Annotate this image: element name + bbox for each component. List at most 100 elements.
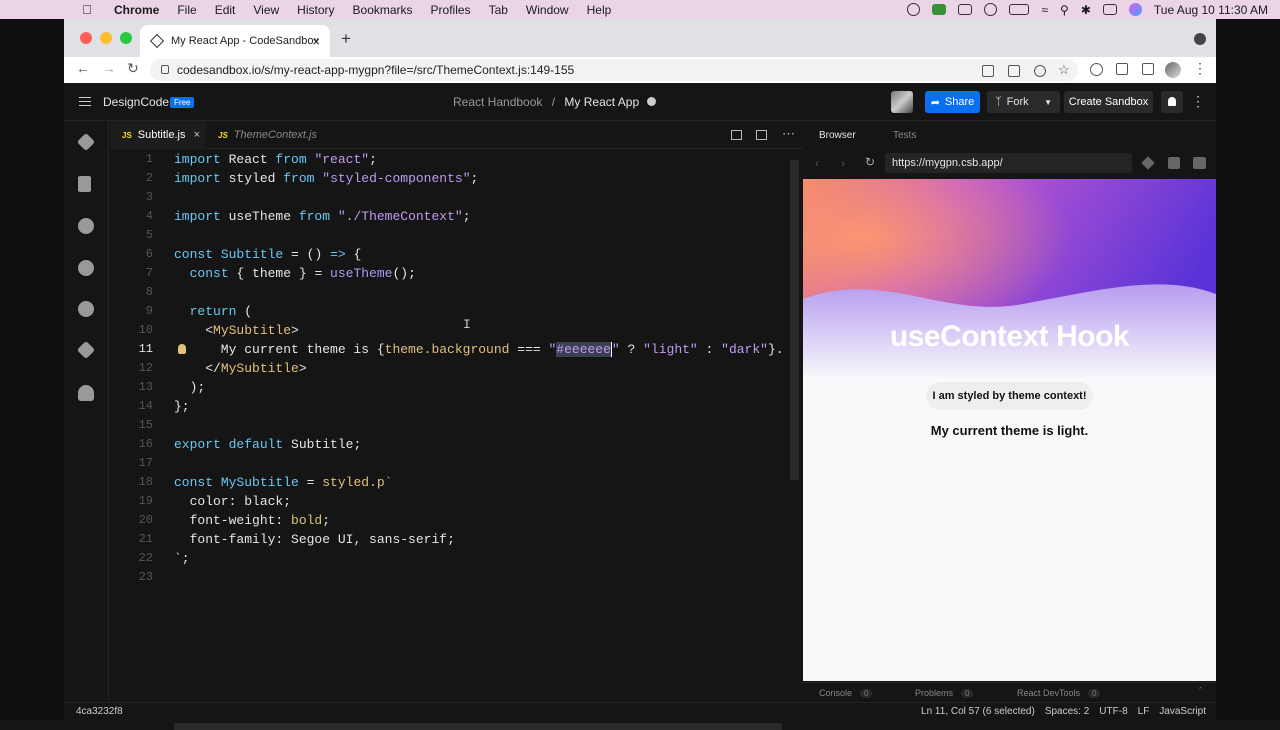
code-line[interactable]: 4 import useTheme from "./ThemeContext"; [110,207,803,226]
menu-view[interactable]: View [253,3,279,17]
record-icon[interactable] [907,3,921,16]
forward-icon[interactable]: → [102,60,116,76]
chevron-down-icon[interactable]: ▼ [1044,98,1052,107]
menu-history[interactable]: History [297,3,334,17]
extension-code-icon[interactable] [1090,63,1103,76]
code-line[interactable]: 6 const Subtitle = () => { [110,245,803,264]
preview-new-window-icon[interactable] [1193,157,1206,169]
settings-gear-icon[interactable] [78,260,94,276]
preview-copy-icon[interactable] [1168,157,1180,169]
code-line[interactable]: 9 return ( [110,302,803,321]
code-line[interactable]: 1 import React from "react"; [110,150,803,169]
commit-hash[interactable]: 4ca3232f8 [76,706,123,717]
preview-expand-icon[interactable] [1141,156,1155,170]
create-sandbox-button[interactable]: Create Sandbox [1064,91,1153,113]
code-line[interactable]: 15 [110,416,803,435]
search-panel-icon[interactable] [78,218,94,234]
reload-icon[interactable]: ↻ [127,60,139,77]
search-icon[interactable]: ⚲ [1060,3,1069,17]
grid-status-icon[interactable] [932,4,947,15]
profile-avatar[interactable] [1165,62,1181,78]
browser-tab[interactable]: My React App - CodeSandbox × [140,25,330,57]
code-line[interactable]: 14}; [110,397,803,416]
hamburger-menu-icon[interactable] [79,97,91,106]
code-line[interactable]: 22 `; [110,549,803,568]
menu-file[interactable]: File [177,3,196,17]
code-line[interactable]: 20 font-weight: bold; [110,511,803,530]
code-line[interactable]: 12 </MySubtitle> [110,359,803,378]
cast-icon[interactable] [982,65,994,77]
zoom-window-button[interactable] [120,32,132,44]
vertical-scrollbar[interactable] [790,160,799,480]
code-line[interactable]: 3 [110,188,803,207]
preview-back-icon[interactable]: ‹ [815,156,819,170]
menu-edit[interactable]: Edit [215,3,236,17]
code-line[interactable]: 23 [110,568,803,587]
close-window-button[interactable] [80,32,92,44]
fork-button[interactable]: ᛉ Fork ▼ [987,91,1060,113]
back-icon[interactable]: ← [76,60,90,76]
avatar[interactable] [891,91,913,113]
menu-bookmarks[interactable]: Bookmarks [353,3,413,17]
preview-forward-icon[interactable]: › [841,156,845,170]
code-line[interactable]: 8 [110,283,803,302]
split-editor-icon[interactable] [731,130,742,140]
chevron-up-icon[interactable]: ˆ [1199,686,1202,696]
code-line[interactable]: 17 [110,454,803,473]
code-line-current[interactable]: 11 My current theme is {theme.background… [110,340,803,359]
react-devtools-tab[interactable]: React DevTools 0 [1017,688,1101,698]
menu-clock[interactable]: Tue Aug 10 11:30 AM [1154,3,1268,17]
breadcrumb-folder[interactable]: React Handbook [453,95,542,109]
more-options-icon[interactable]: ⋮ [1191,93,1205,110]
list-status-icon[interactable] [958,4,973,15]
close-tab-icon[interactable]: × [312,34,320,49]
language-mode[interactable]: JavaScript [1159,706,1206,717]
close-tab-icon[interactable]: × [194,129,200,141]
code-line[interactable]: 18 const MySubtitle = styled.p` [110,473,803,492]
bookmark-star-icon[interactable]: ☆ [1058,62,1070,78]
siri-icon[interactable] [1128,3,1142,16]
editor-tab-subtitle[interactable]: JS Subtitle.js × [110,121,206,149]
sandbox-info-icon[interactable] [76,132,96,152]
notifications-bell-icon[interactable] [1161,91,1183,113]
problems-tab[interactable]: Problems 0 [915,688,974,698]
menu-tab[interactable]: Tab [489,3,508,17]
menu-profiles[interactable]: Profiles [431,3,471,17]
code-line[interactable]: 10 <MySubtitle> [110,321,803,340]
menu-help[interactable]: Help [587,3,612,17]
line-endings[interactable]: LF [1138,706,1150,717]
explorer-file-icon[interactable] [78,176,91,192]
tab-tests[interactable]: Tests [893,130,916,141]
menu-app-name[interactable]: Chrome [114,3,159,17]
apple-icon[interactable]:  [80,2,94,17]
horizontal-scrollbar[interactable] [174,723,782,730]
qr-code-icon[interactable] [1008,65,1020,77]
code-line[interactable]: 21 font-family: Segoe UI, sans-serif; [110,530,803,549]
chrome-menu-icon[interactable]: ⋮ [1193,60,1207,77]
preview-refresh-icon[interactable]: ↻ [865,155,875,169]
share-button[interactable]: ➦ Share [925,91,980,113]
tab-search-icon[interactable] [1194,33,1206,45]
open-preview-icon[interactable] [756,130,767,140]
wifi-icon[interactable]: ≈ [1041,3,1048,17]
new-tab-icon[interactable]: + [341,29,351,49]
code-line[interactable]: 16 export default Subtitle; [110,435,803,454]
workspace-name[interactable]: DesignCode [103,95,169,109]
lock-icon[interactable] [161,65,169,74]
reading-list-icon[interactable] [1142,63,1154,75]
code-line[interactable]: 19 color: black; [110,492,803,511]
file-encoding[interactable]: UTF-8 [1099,706,1127,717]
extensions-puzzle-icon[interactable] [1116,63,1128,75]
editor-tab-themecontext[interactable]: JS ThemeContext.js [206,121,326,149]
live-users-icon[interactable] [78,385,94,401]
code-line[interactable]: 7 const { theme } = useTheme(); [110,264,803,283]
code-line[interactable]: 2 import styled from "styled-components"; [110,169,803,188]
bluetooth-icon[interactable]: ✱ [1081,3,1091,17]
install-icon[interactable] [1034,65,1046,77]
play-status-icon[interactable] [984,3,998,16]
control-center-icon[interactable] [1102,4,1117,15]
preview-url-input[interactable]: https://mygpn.csb.app/ [885,153,1132,173]
tab-browser[interactable]: Browser [819,130,856,141]
preview-viewport[interactable]: useContext Hook I am styled by theme con… [803,179,1216,681]
address-bar[interactable]: codesandbox.io/s/my-react-app-mygpn?file… [150,59,1078,81]
